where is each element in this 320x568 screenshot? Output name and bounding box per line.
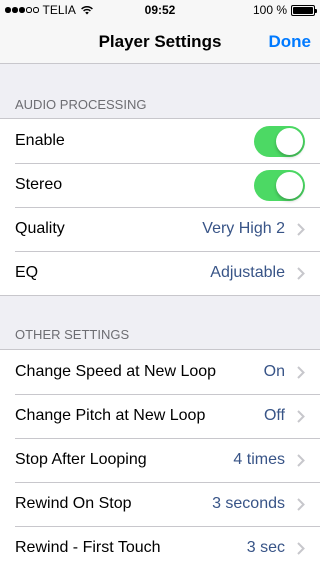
done-button[interactable]: Done <box>269 20 312 64</box>
quality-row[interactable]: Quality Very High 2 <box>0 207 320 251</box>
page-title: Player Settings <box>98 31 222 51</box>
chevron-right-icon <box>297 453 305 467</box>
chevron-right-icon <box>297 541 305 555</box>
chevron-right-icon <box>297 266 305 280</box>
wifi-icon <box>80 6 93 15</box>
battery-icon <box>291 4 317 16</box>
stereo-toggle[interactable] <box>254 169 305 201</box>
signal-strength-icon <box>5 7 39 13</box>
change-pitch-row[interactable]: Change Pitch at New Loop Off <box>0 394 320 438</box>
chevron-right-icon <box>297 409 305 423</box>
rewind-on-stop-label: Rewind On Stop <box>15 495 132 512</box>
status-right: 100 % <box>252 3 317 17</box>
rewind-first-touch-row[interactable]: Rewind - First Touch 3 sec <box>0 526 320 568</box>
stop-after-looping-label: Stop After Looping <box>15 451 147 468</box>
change-pitch-label: Change Pitch at New Loop <box>15 407 206 424</box>
section-header-audio-processing: AUDIO PROCESSING <box>15 97 147 112</box>
rewind-first-touch-label: Rewind - First Touch <box>15 539 161 556</box>
enable-toggle[interactable] <box>254 125 305 157</box>
chevron-right-icon <box>297 497 305 511</box>
quality-value: Very High 2 <box>202 220 285 237</box>
navigation-bar: Player Settings Done <box>0 20 320 64</box>
battery-percent: 100 % <box>252 3 287 17</box>
enable-label: Enable <box>15 132 65 149</box>
other-settings-group: Change Speed at New Loop On Change Pitch… <box>0 349 320 568</box>
stereo-label: Stereo <box>15 176 63 193</box>
rewind-first-touch-value: 3 sec <box>246 539 285 556</box>
change-speed-value: On <box>263 363 285 380</box>
change-speed-row[interactable]: Change Speed at New Loop On <box>0 350 320 394</box>
eq-row[interactable]: EQ Adjustable <box>0 251 320 295</box>
change-speed-label: Change Speed at New Loop <box>15 363 217 380</box>
section-header-other-settings: OTHER SETTINGS <box>15 327 130 342</box>
enable-row: Enable <box>0 119 320 163</box>
carrier-name: TELIA <box>42 3 76 17</box>
eq-value: Adjustable <box>210 264 285 281</box>
change-pitch-value: Off <box>263 407 285 424</box>
rewind-on-stop-value: 3 seconds <box>212 495 285 512</box>
status-bar: TELIA 09:52 100 % <box>0 0 320 20</box>
stop-after-looping-value: 4 times <box>233 451 285 468</box>
audio-processing-group: Enable Stereo Quality Very High 2 EQ Adj… <box>0 118 320 296</box>
stereo-row: Stereo <box>0 163 320 207</box>
status-left: TELIA <box>5 3 94 17</box>
chevron-right-icon <box>297 222 305 236</box>
quality-label: Quality <box>15 220 65 237</box>
stop-after-looping-row[interactable]: Stop After Looping 4 times <box>0 438 320 482</box>
rewind-on-stop-row[interactable]: Rewind On Stop 3 seconds <box>0 482 320 526</box>
eq-label: EQ <box>15 264 39 281</box>
chevron-right-icon <box>297 365 305 379</box>
